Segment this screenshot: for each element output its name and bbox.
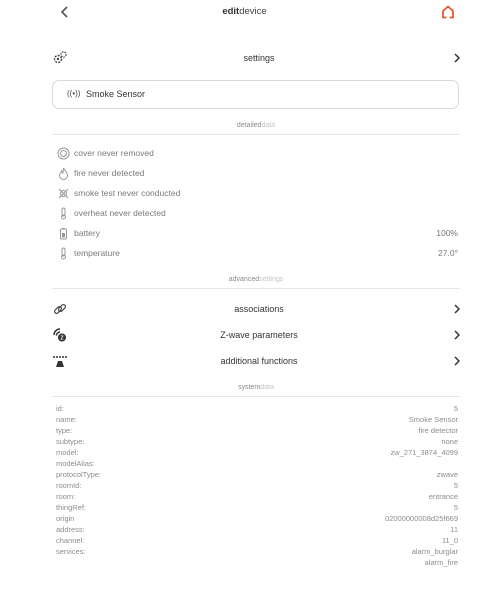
gears-icon [52, 50, 68, 66]
system-key: modelAlias: [56, 459, 95, 468]
system-row: protocolType: zwave [56, 470, 458, 481]
system-row: thingRef: 5 [56, 503, 458, 514]
system-key: model: [56, 448, 79, 457]
link-icon [52, 301, 68, 317]
detail-row: overheat never detected [56, 205, 458, 221]
system-key: services: [56, 547, 86, 556]
system-value: entrance [428, 492, 458, 501]
system-value: Smoke Sensor [408, 415, 458, 424]
system-key: roomId: [56, 481, 82, 490]
section-header-system: systemdata [52, 384, 460, 397]
page-title-rest: device [239, 6, 267, 17]
detail-row: fire never detected [56, 165, 458, 181]
system-row: modelAlias: [56, 459, 458, 470]
zwave-icon: Z [52, 327, 68, 343]
system-key [56, 558, 425, 569]
chevron-right-icon [450, 52, 460, 64]
system-row: subtype: none [56, 437, 458, 448]
system-value: none [441, 437, 458, 446]
section-light-label: data [260, 384, 274, 391]
system-value: zwave [436, 470, 458, 479]
smoke-test-icon [56, 186, 70, 200]
chevron-right-icon [450, 303, 460, 315]
fire-icon [56, 166, 70, 180]
system-key: subtype: [56, 437, 85, 446]
system-row: address: 11 [56, 525, 458, 536]
zwave-parameters-row[interactable]: Z Z-wave parameters [52, 323, 460, 347]
system-row: services: alarm_burglar [56, 547, 458, 558]
settings-label: settings [243, 53, 275, 63]
svg-text:Z: Z [60, 336, 63, 342]
system-row: roomId: 5 [56, 481, 458, 492]
additional-functions-row[interactable]: additional functions [52, 349, 460, 373]
system-row: type: fire detector [56, 426, 458, 437]
system-row: origin 02000000008d25f669 [56, 514, 458, 525]
detail-row: battery 100% [56, 225, 458, 241]
thermometer-icon [56, 206, 70, 220]
sensor-name-card[interactable]: ((•)) Smoke Sensor [52, 80, 459, 109]
chevron-right-icon [450, 329, 460, 341]
system-key: protocolType: [56, 470, 102, 479]
associations-label: associations [234, 304, 284, 314]
system-key: address: [56, 525, 85, 534]
system-value: alarm_fire [424, 558, 458, 567]
section-light-label: settings [259, 276, 284, 283]
additional-functions-label: additional functions [220, 356, 298, 366]
system-key: thingRef: [56, 503, 87, 512]
home-icon[interactable] [440, 4, 456, 20]
cover-icon [56, 146, 70, 160]
associations-row[interactable]: associations [52, 297, 460, 321]
system-value: 11_0 [441, 536, 458, 545]
thermometer-icon [56, 246, 70, 260]
system-key: channel: [56, 536, 85, 545]
section-bold-label: system [238, 384, 261, 391]
system-key: type: [56, 426, 73, 435]
system-value: zw_271_3874_4099 [390, 448, 458, 457]
detail-value: 27.0° [438, 248, 458, 258]
section-light-label: data [261, 122, 276, 129]
detail-row: temperature 27.0° [56, 245, 458, 261]
chevron-right-icon [450, 355, 460, 367]
system-row: channel: 11_0 [56, 536, 458, 547]
system-key: origin [56, 514, 75, 523]
detail-label: temperature [74, 248, 120, 258]
section-header-advanced: advancedsettings [52, 276, 460, 289]
zwave-parameters-label: Z-wave parameters [220, 330, 298, 340]
detail-value: 100% [436, 228, 458, 238]
system-value: 5 [453, 503, 458, 512]
detail-label: overheat never detected [74, 208, 166, 218]
detail-row: cover never removed [56, 145, 458, 161]
system-row: room: entrance [56, 492, 458, 503]
system-key: name: [56, 415, 77, 424]
page-title: editdevice [0, 6, 489, 17]
functions-icon [52, 353, 68, 369]
system-row: alarm_fire [56, 558, 458, 569]
detail-label: battery [74, 228, 100, 238]
detail-label: smoke test never conducted [74, 188, 181, 198]
battery-icon [56, 226, 70, 240]
sensor-signal-icon: ((•)) [67, 89, 81, 98]
system-row: model: zw_271_3874_4099 [56, 448, 458, 459]
system-row: name: Smoke Sensor [56, 415, 458, 426]
system-key: id: [56, 404, 64, 413]
system-value: alarm_burglar [411, 547, 458, 556]
settings-row[interactable]: settings [52, 46, 460, 70]
detail-label: cover never removed [74, 148, 154, 158]
page-title-bold: edit [222, 6, 240, 17]
section-bold-label: detailed [236, 122, 262, 129]
section-bold-label: advanced [228, 276, 260, 283]
detail-label: fire never detected [74, 168, 145, 178]
detail-row: smoke test never conducted [56, 185, 458, 201]
top-bar: editdevice [0, 0, 489, 26]
section-header-detailed: detaileddata [52, 122, 460, 135]
system-value: 5 [453, 481, 458, 490]
system-value: 5 [453, 404, 458, 413]
sensor-name: Smoke Sensor [86, 89, 146, 99]
system-value: 02000000008d25f669 [385, 514, 458, 523]
system-row: id: 5 [56, 404, 458, 415]
system-value: 11 [450, 525, 458, 534]
system-value: fire detector [418, 426, 458, 435]
system-key: room: [56, 492, 76, 501]
